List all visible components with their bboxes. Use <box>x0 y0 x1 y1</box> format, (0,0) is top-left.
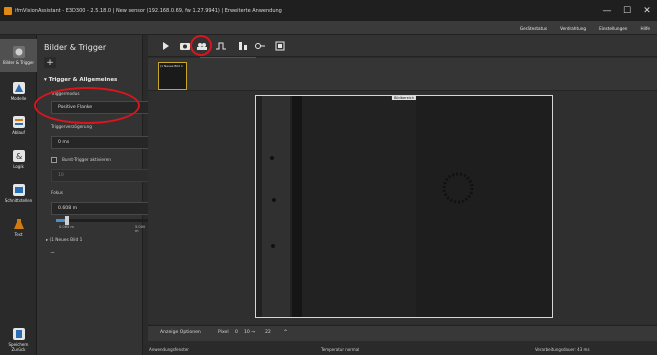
nav-label: Ablauf <box>12 130 25 135</box>
range-text: 10 → <box>244 330 256 335</box>
display-options-button[interactable]: Anzeige Optionen <box>160 330 201 335</box>
app-logo-icon <box>4 6 12 15</box>
menu-wiring[interactable]: Verdrahtung <box>559 26 587 31</box>
section-trigger-general[interactable]: ▾ Trigger & Allgemeines <box>44 77 117 83</box>
highlight-ring-trigger-all <box>190 35 212 56</box>
menu-settings[interactable]: Einstellungen <box>598 26 628 31</box>
image-frame[interactable]: Bildbereich <box>255 95 553 318</box>
left-nav: Bilder & Trigger Modelle Ablauf & Logik … <box>0 35 37 355</box>
fit-screen-icon[interactable] <box>272 38 287 53</box>
status-bar: Anwendungsfenster Temperatur normal Vera… <box>143 345 657 355</box>
status-processing-time: Verarbeitungsdauer: 43 ms <box>535 347 590 352</box>
status-temperature: Temperatur normal <box>321 347 360 352</box>
trigger-delay-label: Triggerverzögerung <box>51 124 92 129</box>
models-icon <box>12 82 25 94</box>
pulse-icon[interactable] <box>213 38 228 53</box>
back-button[interactable]: Zurück <box>0 343 37 355</box>
interfaces-icon <box>12 184 25 196</box>
save-icon <box>12 328 25 340</box>
nav-item-interfaces[interactable]: Schnittstellen <box>0 177 37 210</box>
pixel-label: Pixel <box>218 330 229 335</box>
nav-label: Modelle <box>10 96 27 101</box>
nav-label: Test <box>14 232 23 237</box>
focus-input[interactable]: 0.608 m <box>51 202 152 215</box>
settings-panel: Bilder & Trigger + ▾ Trigger & Allgemein… <box>37 35 169 355</box>
window-titlebar: ifmVisionAssistant - E3D300 - 2.5.18.0 |… <box>0 0 657 21</box>
app-window: ifmVisionAssistant - E3D300 - 2.5.18.0 |… <box>0 0 657 355</box>
nav-label: Bilder & Trigger <box>2 60 35 65</box>
minimize-button[interactable]: — <box>597 0 617 21</box>
focus-max-label: 5.000 m <box>135 225 146 233</box>
logic-icon: & <box>12 150 25 162</box>
back-label: Zurück <box>11 346 26 352</box>
window-controls: — ☐ ✕ <box>597 0 657 21</box>
image-region-title: Bildbereich <box>391 96 417 100</box>
add-image-button[interactable]: + <box>44 57 56 68</box>
focus-slider[interactable] <box>56 216 162 225</box>
display-options-bar: Anzeige Optionen Pixel 0 10 → 22 ⌃ <box>148 325 657 341</box>
flow-icon <box>12 116 25 128</box>
window-title: ifmVisionAssistant - E3D300 - 2.5.18.0 |… <box>15 7 282 14</box>
panel-title: Bilder & Trigger <box>44 43 107 52</box>
burst-trigger-label: Burst-Trigger aktivieren <box>62 157 111 162</box>
range-start: 0 <box>235 330 238 335</box>
focus-label: Fokus <box>51 190 63 195</box>
nav-item-images-trigger[interactable]: Bilder & Trigger <box>0 39 37 72</box>
play-icon[interactable] <box>158 38 173 53</box>
nav-item-logic[interactable]: & Logik <box>0 143 37 176</box>
focus-min-label: 0.085 m <box>59 225 74 229</box>
nav-label: Logik <box>13 164 24 169</box>
svg-text:&: & <box>16 152 22 161</box>
test-flask-icon <box>13 218 25 230</box>
io-config-icon[interactable] <box>235 38 250 53</box>
menu-help[interactable]: Hilfe <box>639 26 651 31</box>
top-menu: Gerätestatus Verdrahtung Einstellungen H… <box>519 21 651 35</box>
focus-minus-button[interactable]: − <box>50 249 55 256</box>
nav-label: Schnittstellen <box>4 198 33 203</box>
burst-trigger-checkbox[interactable] <box>51 157 57 163</box>
section-image-1[interactable]: ▸ (1 Neues Bild 1 <box>46 238 82 243</box>
thumbnail-strip: (1 Neues Bild 1 <box>148 58 657 91</box>
nav-item-models[interactable]: Modelle <box>0 75 37 108</box>
key-icon[interactable] <box>252 38 267 53</box>
thumbnail-label: (1 Neues Bild 1 <box>160 64 183 68</box>
camera-image <box>256 96 552 317</box>
menu-device-status[interactable]: Gerätestatus <box>519 26 548 31</box>
highlight-ring-trigger-mode <box>34 87 140 124</box>
maximize-button[interactable]: ☐ <box>617 0 637 21</box>
status-app-log[interactable]: Anwendungsfenster <box>149 347 189 352</box>
nav-item-test[interactable]: Test <box>0 211 37 244</box>
image-toolbar <box>148 35 657 57</box>
image-thumbnail[interactable]: (1 Neues Bild 1 <box>158 62 187 90</box>
app-header: Gerätestatus Verdrahtung Einstellungen H… <box>0 21 657 35</box>
range-end: 22 <box>265 330 271 335</box>
images-trigger-icon <box>12 46 25 58</box>
focus-slider-handle[interactable] <box>64 216 69 225</box>
chevron-up-icon[interactable]: ⌃ <box>283 329 288 336</box>
nav-item-flow[interactable]: Ablauf <box>0 109 37 142</box>
close-button[interactable]: ✕ <box>637 0 657 21</box>
image-viewer: Bildbereich <box>148 91 657 324</box>
